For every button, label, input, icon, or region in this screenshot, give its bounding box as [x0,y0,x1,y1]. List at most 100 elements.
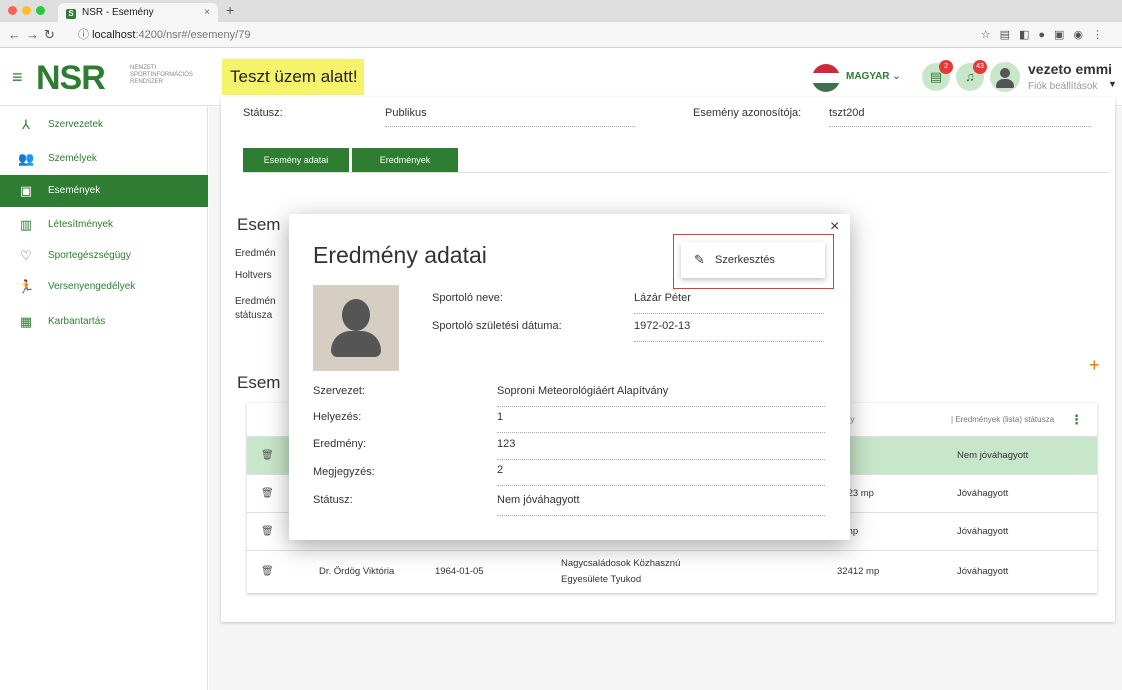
tab-close-icon[interactable]: × [204,3,210,22]
info-icon[interactable]: ⓘ [78,29,92,41]
event-id-label: Esemény azonosítója: [693,107,802,119]
edit-button[interactable]: ✎ Szerkesztés [681,242,825,278]
calendar-icon: ▣ [19,183,33,198]
sidebar: ⅄ Szervezetek 👥 Személyek ▣ Események ▥ Léte… [0,107,208,690]
building-icon: ▥ [19,217,33,232]
delete-icon[interactable]: 🗑 [261,475,274,513]
avatar[interactable] [990,62,1020,92]
heart-icon: ♡ [20,248,32,263]
organization-value: Soproni Meteorológiáért Alapítvány [497,385,825,407]
delete-icon[interactable]: 🗑 [261,437,274,475]
notifications-badge: 43 [973,60,987,74]
sidebar-item-label: Létesítmények [48,219,114,230]
browser-tab-bar: S NSR - Esemény × + [0,0,1122,22]
name-cell: Dr. Ördög Viktória [319,566,395,577]
placement-value: 1 [497,411,825,433]
sidebar-item-label: Szervezetek [48,119,104,130]
back-icon[interactable]: ← [8,27,21,42]
placement-label: Helyezés: [313,411,362,423]
new-tab-button[interactable]: + [226,2,234,18]
caret-down-icon[interactable]: ▼ [1108,79,1117,89]
athlete-birth-label: Sportoló születési dátuma: [432,320,562,332]
maximize-window-icon[interactable] [36,6,45,15]
athlete-name-value: Lázár Péter [634,292,824,314]
sidebar-item-sportegeszsegugy[interactable]: ♡ Sportegészségügy [0,240,208,272]
logo[interactable]: NSR [36,59,106,98]
column-menu-icon[interactable]: ⋮ [1070,403,1083,437]
sidebar-item-versenyengedelyek[interactable]: 🏃 Versenyengedélyek [0,271,208,303]
status-cell: Nem jóváhagyott [957,450,1029,461]
close-window-icon[interactable] [8,6,17,15]
url-host: localhost [92,29,136,41]
language-selector[interactable]: MAGYAR ⌄ [846,71,901,82]
add-result-button[interactable]: + [1089,355,1100,376]
delete-icon[interactable]: 🗑 [261,513,274,551]
note-value: 2 [497,464,825,486]
url-path: :4200/nsr#/esemeny/79 [135,29,251,41]
forward-icon[interactable]: → [26,27,39,42]
url-field[interactable]: ⓘ localhost:4200/nsr#/esemeny/79 [78,26,968,44]
bg-label: Eredmén [235,248,276,259]
dialog-title: Eredmény adatai [313,242,487,268]
tab-esemeny-adatai[interactable]: Esemény adatai [243,148,349,172]
sidebar-item-label: Versenyengedélyek [48,281,136,292]
status-value: Nem jóváhagyott [497,494,825,516]
organization-label: Szervezet: [313,385,365,397]
note-label: Megjegyzés: [313,466,375,478]
sidebar-item-label: Sportegészségügy [48,250,131,261]
event-id-value: tszt20d [829,107,1091,127]
logo-subtitle: NEMZETI SPORTINFORMÁCIÓS RENDSZER [130,65,193,85]
sidebar-item-szervezetek[interactable]: ⅄ Szervezetek [0,109,208,141]
sidebar-item-esemenyek[interactable]: ▣ Események [0,175,208,207]
tab-eredmenyek[interactable]: Eredmények [352,148,458,172]
result-details-dialog: Eredmény adatai × ✎ Szerkesztés Sportoló… [289,214,850,540]
athlete-birth-value: 1972-02-13 [634,320,824,342]
notifications-button[interactable]: ♫ 43 [956,60,987,91]
account-settings-link[interactable]: Fiók beállítások [1028,81,1097,92]
bell-icon: ♫ [965,69,975,84]
runner-icon: 🏃 [18,279,35,294]
status-label: Státusz: [313,494,353,506]
organization-icon: ⅄ [22,117,30,132]
browser-toolbar-icons[interactable]: ☆▤◧●▣◉⋮ [981,28,1112,41]
hungarian-flag-icon[interactable] [812,64,840,92]
result-label: Eredmény: [313,438,367,450]
bg-label: Holtvers [235,270,272,281]
sidebar-item-karbantartas[interactable]: ▦ Karbantartás [0,306,208,338]
favicon-icon: S [66,9,76,19]
status-value: Publikus [385,107,635,127]
sidebar-item-szemelyek[interactable]: 👥 Személyek [0,143,208,175]
people-icon: 👥 [18,151,35,166]
tab-title: NSR - Esemény [82,7,154,18]
pencil-icon: ✎ [694,252,705,267]
address-bar: ← → ↻ ⓘ localhost:4200/nsr#/esemeny/79 ☆… [0,22,1122,48]
column-header[interactable]: | Eredmények (lista) státusza [951,403,1054,437]
athlete-photo [313,285,399,371]
bg-label: Eredmén [235,296,276,307]
minimize-window-icon[interactable] [22,6,31,15]
result-cell: 32412 mp [837,566,880,577]
user-name[interactable]: vezeto emmi [1028,61,1112,77]
date-cell: 1964-01-05 [435,566,484,577]
hamburger-menu-icon[interactable]: ≡ [12,67,23,88]
status-cell: Jóváhagyott [957,566,1009,577]
status-label: Státusz: [243,107,283,119]
result-value: 123 [497,438,825,460]
delete-icon[interactable]: 🗑 [261,551,274,593]
clipboard-icon: ▦ [19,314,33,329]
table-row[interactable]: 🗑 Dr. Ördög Viktória 1964-01-05 Nagycsal… [247,551,1097,593]
sidebar-item-label: Személyek [48,153,97,164]
status-cell: Jóváhagyott [957,488,1009,499]
athlete-name-label: Sportoló neve: [432,292,503,304]
tasks-badge: 2 [939,60,953,74]
sidebar-item-label: Események [48,185,101,196]
reload-icon[interactable]: ↻ [44,27,55,43]
tasks-button[interactable]: ▤ 2 [922,60,953,91]
results-section-title: Esem [237,373,281,392]
tab-divider [243,172,1109,173]
edit-button-label: Szerkesztés [715,254,775,266]
test-mode-banner: Teszt üzem alatt! [222,59,364,95]
sidebar-item-letesitmenyek[interactable]: ▥ Létesítmények [0,209,208,241]
browser-tab[interactable]: S NSR - Esemény × [58,3,218,22]
org-cell: Nagycsaládosok Közhasznú Egyesülete Tyuko… [561,558,681,585]
